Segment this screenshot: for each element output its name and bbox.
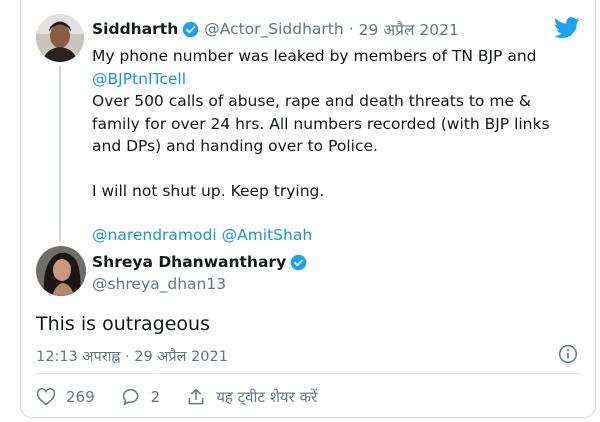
heart-icon bbox=[36, 388, 56, 406]
header-separator: · bbox=[348, 20, 354, 38]
reply-bubble-icon bbox=[122, 389, 139, 406]
info-icon[interactable] bbox=[558, 344, 578, 364]
reply-button[interactable]: 2 bbox=[121, 387, 161, 407]
action-divider bbox=[36, 373, 580, 374]
reply-header: Shreya Dhanwanthary bbox=[92, 253, 312, 271]
parent-author-name[interactable]: Siddharth bbox=[92, 20, 178, 38]
reply-count: 2 bbox=[150, 388, 161, 406]
reply-author-name[interactable]: Shreya Dhanwanthary bbox=[92, 253, 286, 271]
tweet-paragraph-3: I will not shut up. Keep trying. bbox=[92, 181, 325, 200]
share-label: यह ट्वीट शेयर करें bbox=[216, 388, 318, 406]
parent-tweet-header: Siddharth @Actor_Siddharth · 29 अप्रैल 2… bbox=[92, 18, 459, 40]
mention-narendramodi[interactable]: @narendramodi bbox=[92, 226, 217, 244]
share-icon bbox=[188, 388, 204, 405]
tweet-line-1: My phone number was leaked by members of… bbox=[92, 47, 537, 65]
parent-tweet-date[interactable]: 29 अप्रैल 2021 bbox=[359, 18, 459, 40]
like-button[interactable]: 269 bbox=[36, 387, 95, 407]
mention-amitshah[interactable]: @AmitShah bbox=[222, 226, 313, 244]
tweet-paragraph-2: Over 500 calls of abuse, rape and death … bbox=[92, 92, 550, 155]
share-button[interactable]: यह ट्वीट शेयर करें bbox=[186, 387, 317, 407]
verified-badge-icon bbox=[182, 21, 199, 37]
verified-badge-icon bbox=[290, 254, 307, 270]
parent-tweet-text: My phone number was leaked by members of… bbox=[92, 45, 562, 247]
thread-connector-line bbox=[59, 66, 61, 242]
reply-author-avatar[interactable] bbox=[36, 246, 86, 296]
reply-author-handle[interactable]: @shreya_dhan13 bbox=[92, 275, 226, 293]
reply-tweet-text: This is outrageous bbox=[36, 313, 210, 335]
parent-author-avatar[interactable] bbox=[36, 14, 84, 62]
like-count: 269 bbox=[66, 388, 95, 406]
mention-bjptnitcell[interactable]: @BJPtnITcell bbox=[92, 70, 186, 88]
parent-author-handle[interactable]: @Actor_Siddharth bbox=[204, 20, 343, 38]
reply-timestamp[interactable]: 12:13 अपराह्न · 29 अप्रैल 2021 bbox=[36, 346, 228, 366]
action-bar: 269 2 यह ट्वीट शेयर करें bbox=[36, 385, 343, 409]
twitter-bird-icon[interactable] bbox=[554, 17, 580, 39]
